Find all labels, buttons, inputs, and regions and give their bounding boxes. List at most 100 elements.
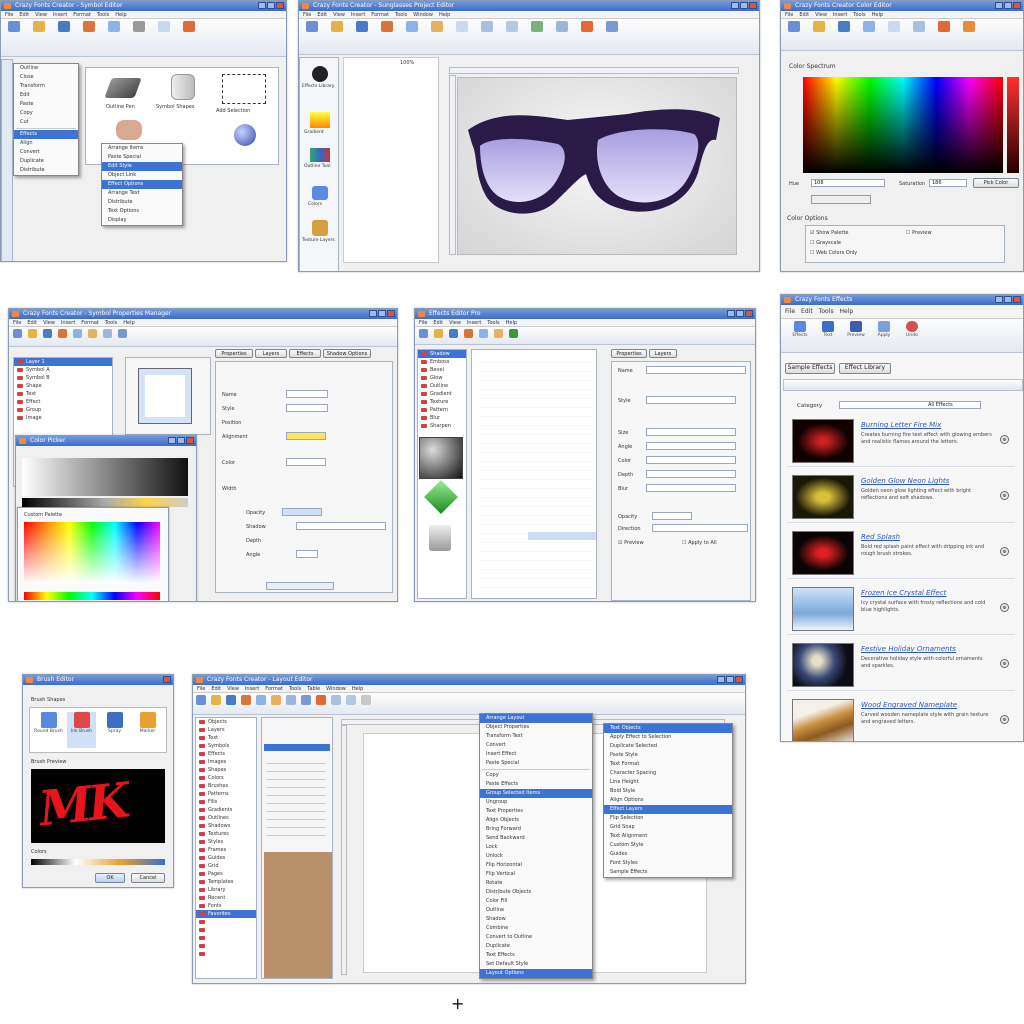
close-button[interactable] xyxy=(735,676,743,683)
submenu-item[interactable]: Align Options xyxy=(604,796,732,805)
tree-item[interactable]: Fills xyxy=(196,798,256,806)
tab-properties[interactable]: Properties xyxy=(215,349,253,358)
paste-button[interactable] xyxy=(426,21,448,52)
menu-help[interactable]: Help xyxy=(439,11,450,18)
menu-item[interactable]: Flip Horizontal xyxy=(480,861,592,870)
tree-item[interactable]: Colors xyxy=(196,774,256,782)
paste-button[interactable] xyxy=(270,695,282,712)
tree-item[interactable]: Text xyxy=(196,734,256,742)
tree-item[interactable]: Effects xyxy=(196,750,256,758)
menu-help[interactable]: Help xyxy=(872,11,883,18)
tree-item[interactable]: Brushes xyxy=(196,782,256,790)
tree-item[interactable]: Textures xyxy=(196,830,256,838)
apply-all-checkbox[interactable]: ☐ Apply to All xyxy=(682,540,717,546)
effect-button[interactable] xyxy=(178,21,200,54)
saturation-input[interactable]: 186 xyxy=(929,179,967,187)
format-button[interactable] xyxy=(451,21,473,52)
menu-item[interactable]: Close xyxy=(14,73,78,82)
option-preview[interactable]: ☐ Preview xyxy=(906,230,932,236)
submenu-item[interactable]: Sample Effects xyxy=(604,868,732,877)
text-button[interactable] xyxy=(128,21,150,54)
menu-item[interactable]: Edit xyxy=(14,91,78,100)
menu-item[interactable]: Convert to Outline xyxy=(480,933,592,942)
submenu-item[interactable]: Apply Effect to Selection xyxy=(604,733,732,742)
menu-edit[interactable]: Edit xyxy=(317,11,327,18)
menu-item-group-selected[interactable]: Group Selected Items xyxy=(480,789,592,798)
tree-item[interactable]: Patterns xyxy=(196,790,256,798)
new-button[interactable] xyxy=(11,329,23,344)
menu-window[interactable]: Window xyxy=(326,685,346,692)
new-button[interactable] xyxy=(195,695,207,712)
color-bar[interactable] xyxy=(22,498,188,507)
minimize-button[interactable] xyxy=(258,2,266,9)
new-button[interactable] xyxy=(783,21,805,48)
tree-item[interactable]: Symbols xyxy=(196,742,256,750)
submenu-item-effect-options[interactable]: Effect Options xyxy=(102,180,182,189)
menu-help[interactable]: Help xyxy=(115,11,126,18)
menu-format[interactable]: Format xyxy=(371,11,389,18)
menu-item[interactable]: Distribute Objects xyxy=(480,888,592,897)
effect-row[interactable]: Frozen Ice Crystal Effect Icy crystal su… xyxy=(787,583,1015,635)
tree-item[interactable] xyxy=(196,950,256,958)
menu-item[interactable]: Unlock xyxy=(480,852,592,861)
text-button[interactable]: Text xyxy=(817,321,839,350)
effect-radio[interactable] xyxy=(1000,659,1009,668)
tree-item[interactable] xyxy=(196,942,256,950)
menu-item[interactable]: Copy xyxy=(14,109,78,118)
maximize-button[interactable] xyxy=(267,2,275,9)
gradient-icon[interactable] xyxy=(310,112,330,128)
spray-tool[interactable]: Spray xyxy=(100,712,129,748)
menu-item[interactable]: Combine xyxy=(480,924,592,933)
tab-shadow-options[interactable]: Shadow Options xyxy=(323,349,371,358)
minimize-button[interactable] xyxy=(168,437,176,444)
submenu-item[interactable]: Character Spacing xyxy=(604,769,732,778)
open-button[interactable] xyxy=(326,21,348,52)
effect-tree-item[interactable]: Texture xyxy=(418,398,466,406)
save-button[interactable] xyxy=(351,21,373,52)
menu-item[interactable]: Bring Forward xyxy=(480,825,592,834)
minimize-button[interactable] xyxy=(369,310,377,317)
table-button[interactable] xyxy=(501,21,523,52)
tree-item[interactable]: Objects xyxy=(196,718,256,726)
submenu-item[interactable]: Duplicate Selected xyxy=(604,742,732,751)
effect-radio[interactable] xyxy=(1000,715,1009,724)
alignment-input[interactable] xyxy=(286,432,326,440)
tab-layers[interactable]: Layers xyxy=(255,349,287,358)
view-button[interactable] xyxy=(601,21,623,52)
menu-view[interactable]: View xyxy=(815,11,827,18)
cut-button[interactable] xyxy=(56,329,68,344)
new-button[interactable] xyxy=(301,21,323,52)
name-input[interactable] xyxy=(286,390,328,398)
effect-tree-item[interactable]: Blur xyxy=(418,414,466,422)
menu-item[interactable]: Cut xyxy=(14,118,78,127)
tab-sample-effects[interactable]: Sample Effects xyxy=(785,363,835,374)
menu-item[interactable]: Paste Effects xyxy=(480,780,592,789)
effect-radio[interactable] xyxy=(1000,435,1009,444)
menu-help[interactable]: Help xyxy=(839,305,853,318)
ok-button[interactable]: OK xyxy=(95,873,125,883)
open-button[interactable] xyxy=(26,329,38,344)
cut-button[interactable] xyxy=(240,695,252,712)
menu-insert[interactable]: Insert xyxy=(61,319,75,326)
shadow-input[interactable] xyxy=(296,522,386,530)
close-button[interactable] xyxy=(186,437,194,444)
copy-button[interactable] xyxy=(255,695,267,712)
outline-icon[interactable] xyxy=(310,148,330,162)
maximize-button[interactable] xyxy=(378,310,386,317)
tree-item[interactable]: Fonts xyxy=(196,902,256,910)
undo-button[interactable]: Undo xyxy=(901,321,923,350)
effect-tree-item[interactable]: Bevel xyxy=(418,366,466,374)
menu-item[interactable]: Transform xyxy=(14,82,78,91)
submenu-item-edit-style[interactable]: Edit Style xyxy=(102,162,182,171)
submenu-item[interactable]: Paste Special xyxy=(102,153,182,162)
submenu-item[interactable]: Grid Snap xyxy=(604,823,732,832)
effect-tree-item[interactable]: Sharpen xyxy=(418,422,466,430)
effect-radio[interactable] xyxy=(1000,603,1009,612)
open-button[interactable] xyxy=(432,329,444,342)
color-input[interactable] xyxy=(646,456,736,464)
menu-item[interactable]: Duplicate xyxy=(480,942,592,951)
open-button[interactable] xyxy=(210,695,222,712)
minimize-button[interactable] xyxy=(717,676,725,683)
tree-item[interactable]: Shadows xyxy=(196,822,256,830)
tab-properties[interactable]: Properties xyxy=(611,349,647,358)
